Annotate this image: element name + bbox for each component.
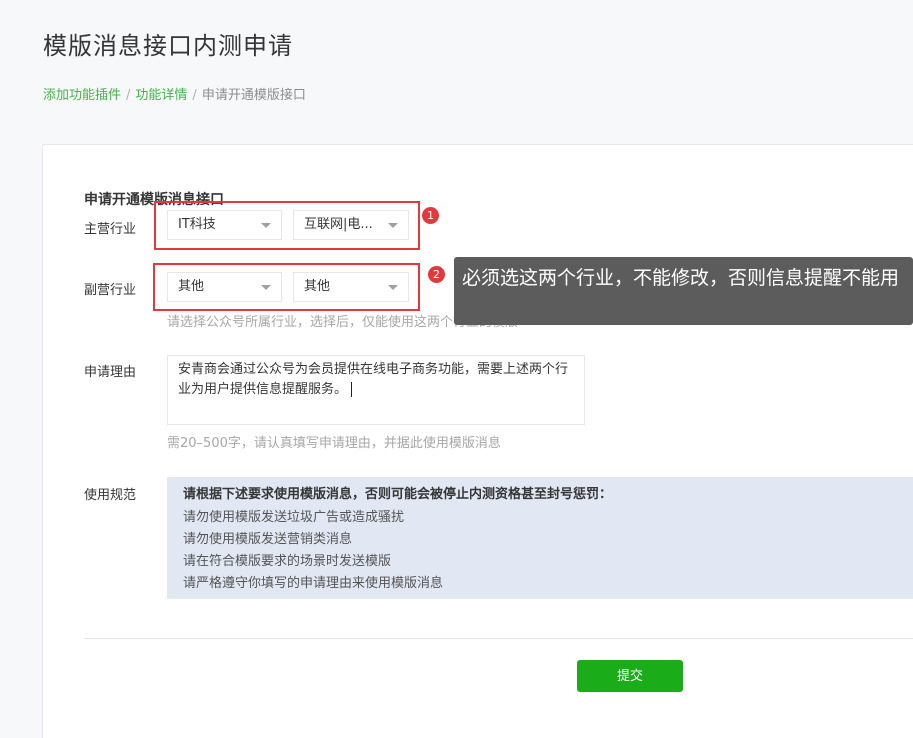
main-industry-label: 主营行业 <box>84 222 137 237</box>
annotation-badge-2: 2 <box>428 266 445 283</box>
rules-item: 请在符合模版要求的场景时发送模版 <box>183 554 392 569</box>
rules-box: 请根据下述要求使用模版消息，否则可能会被停止内测资格甚至封号惩罚： 请勿使用模版… <box>167 477 913 599</box>
rules-label: 使用规范 <box>84 488 137 503</box>
page-title: 模版消息接口内测申请 <box>43 32 293 60</box>
highlight-box-main-industry <box>154 201 420 250</box>
breadcrumb-link-add-plugin[interactable]: 添加功能插件 <box>43 88 121 103</box>
reason-text: 安青商会通过公众号为会员提供在线电子商务功能，需要上述两个行业为用户提供信息提醒… <box>178 362 569 397</box>
reason-label: 申请理由 <box>84 365 137 380</box>
sub-industry-label: 副营行业 <box>84 283 137 298</box>
breadcrumb-separator: / <box>126 88 131 103</box>
application-form-card: 申请开通模版消息接口 主营行业 IT科技 互联网|电... 1 副营行业 其他 … <box>42 144 913 738</box>
reason-textarea[interactable]: 安青商会通过公众号为会员提供在线电子商务功能，需要上述两个行业为用户提供信息提醒… <box>167 355 585 425</box>
text-cursor <box>351 382 353 397</box>
annotation-tooltip: 必须选这两个行业，不能修改，否则信息提醒不能用 <box>454 257 913 325</box>
breadcrumb: 添加功能插件 / 功能详情 / 申请开通模版接口 <box>43 84 306 103</box>
rules-item: 请勿使用模版发送垃圾广告或造成骚扰 <box>183 510 405 525</box>
breadcrumb-current: 申请开通模版接口 <box>201 88 306 103</box>
submit-button[interactable]: 提交 <box>577 660 683 692</box>
reason-hint: 需20–500字，请认真填写申请理由，并据此使用模版消息 <box>167 436 501 451</box>
rules-item: 请勿使用模版发送营销类消息 <box>183 532 353 547</box>
rules-heading: 请根据下述要求使用模版消息，否则可能会被停止内测资格甚至封号惩罚： <box>183 487 613 502</box>
highlight-box-sub-industry <box>153 263 420 311</box>
divider <box>84 638 913 639</box>
breadcrumb-separator: / <box>192 88 197 103</box>
breadcrumb-link-feature-detail[interactable]: 功能详情 <box>135 88 187 103</box>
rules-item: 请严格遵守你填写的申请理由来使用模版消息 <box>183 576 444 591</box>
annotation-badge-1: 1 <box>422 207 439 224</box>
